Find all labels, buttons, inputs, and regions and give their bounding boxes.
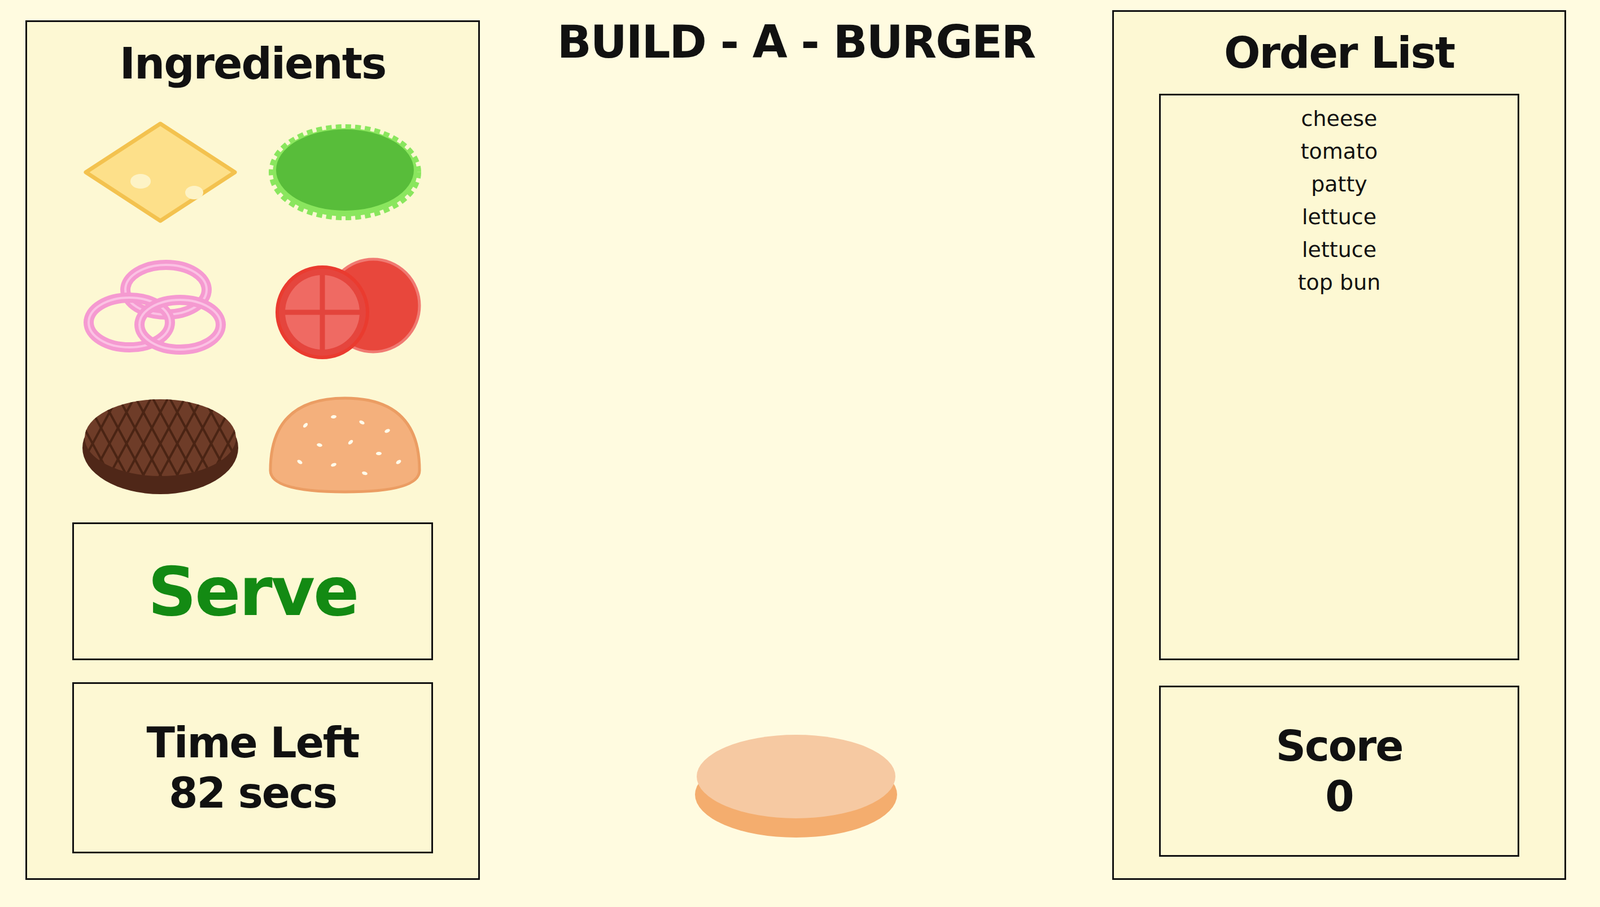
- order-item: patty: [1166, 167, 1512, 201]
- serve-button[interactable]: Serve: [72, 522, 434, 660]
- bottom-bun-icon: [693, 732, 899, 839]
- ingredients-heading: Ingredients: [119, 22, 386, 105]
- onion-ingredient[interactable]: [81, 255, 240, 361]
- timer-value: 82 secs: [168, 767, 337, 819]
- patty-ingredient[interactable]: [81, 391, 240, 496]
- score-label: Score: [1275, 720, 1403, 772]
- order-list: cheesetomatopattylettucelettucetop bun: [1159, 93, 1520, 660]
- order-item: lettuce: [1166, 233, 1512, 266]
- lettuce-icon: [265, 120, 424, 225]
- bottom-bun-layer: [693, 732, 899, 839]
- cheese-icon: [81, 120, 240, 225]
- order-item: cheese: [1166, 102, 1512, 135]
- tomato-icon: [265, 255, 424, 361]
- bun-ingredient[interactable]: [265, 391, 424, 496]
- order-item: lettuce: [1166, 200, 1512, 234]
- order-panel: Order Listcheesetomatopattylettucelettuc…: [1112, 10, 1567, 880]
- score-box: Score0: [1159, 685, 1520, 857]
- ingredients-panel: Ingredients Serve Time Left82 secs: [25, 20, 480, 880]
- burger-stack: [479, 68, 1113, 880]
- order-item: top bun: [1166, 265, 1512, 299]
- tomato-ingredient[interactable]: [265, 255, 424, 361]
- lettuce-ingredient[interactable]: [265, 120, 424, 225]
- score-value: 0: [1325, 771, 1354, 822]
- game-screen: Ingredients Serve Time Left82 secs BUILD - …: [0, 0, 1600, 907]
- patty-icon: [81, 391, 240, 496]
- ingredient-grid: [81, 104, 424, 511]
- bun-icon: [265, 391, 424, 496]
- order-heading: Order List: [1223, 11, 1455, 94]
- build-area: BUILD - A - BURGER: [479, 10, 1113, 880]
- timer-label: Time Left: [146, 717, 360, 768]
- game-title: BUILD - A - BURGER: [557, 15, 1035, 69]
- order-item: tomato: [1166, 134, 1512, 168]
- cheese-ingredient[interactable]: [81, 120, 240, 225]
- timer-box: Time Left82 secs: [72, 682, 434, 854]
- onion-icon: [81, 255, 240, 361]
